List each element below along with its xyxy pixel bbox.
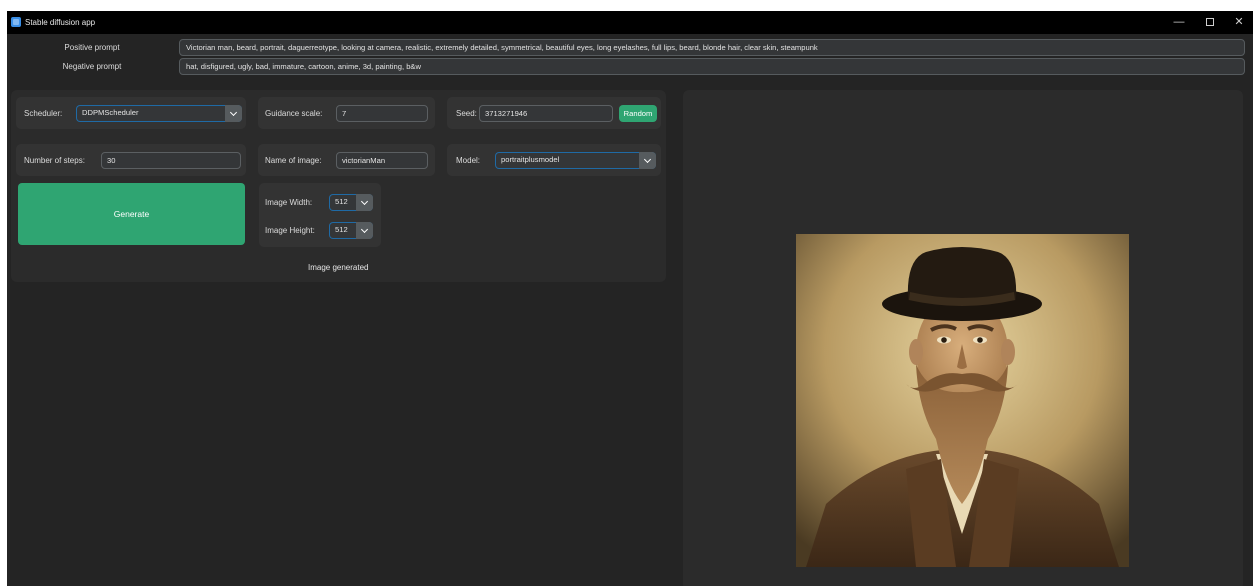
steps-input[interactable]: 30 [101, 152, 241, 169]
positive-prompt-label: Positive prompt [64, 43, 120, 52]
image-name-label: Name of image: [265, 156, 322, 165]
image-name-cell: Name of image: victorianMan [258, 144, 435, 176]
image-preview-panel [683, 90, 1243, 586]
image-width-dropdown[interactable]: 512 [329, 194, 373, 211]
image-height-value: 512 [330, 223, 356, 238]
positive-prompt-input[interactable]: Victorian man, beard, portrait, daguerre… [179, 39, 1245, 56]
settings-panel: Scheduler: DDPMScheduler Guidance scale:… [11, 90, 666, 282]
image-size-cell: Image Width: 512 Image Height: 512 [259, 183, 381, 247]
negative-prompt-label: Negative prompt [62, 62, 122, 71]
chevron-down-icon[interactable] [356, 222, 373, 239]
steps-label: Number of steps: [24, 156, 85, 165]
scheduler-cell: Scheduler: DDPMScheduler [16, 97, 246, 129]
guidance-cell: Guidance scale: 7 [258, 97, 435, 129]
image-name-input[interactable]: victorianMan [336, 152, 428, 169]
scheduler-value: DDPMScheduler [77, 106, 225, 121]
random-seed-button[interactable]: Random [619, 105, 657, 122]
image-height-label: Image Height: [265, 226, 315, 235]
steps-cell: Number of steps: 30 [16, 144, 246, 176]
app-window: Stable diffusion app — ✕ Positive prompt… [7, 11, 1253, 586]
generate-button[interactable]: Generate [18, 183, 245, 245]
model-label: Model: [456, 156, 481, 165]
chevron-down-icon[interactable] [225, 105, 242, 122]
app-icon [11, 17, 21, 27]
guidance-label: Guidance scale: [265, 109, 323, 118]
status-text: Image generated [308, 263, 369, 272]
minimize-button[interactable]: — [1167, 14, 1191, 31]
scheduler-dropdown[interactable]: DDPMScheduler [76, 105, 242, 122]
model-cell: Model: portraitplusmodel [447, 144, 661, 176]
guidance-input[interactable]: 7 [336, 105, 428, 122]
seed-input[interactable]: 3713271946 [479, 105, 613, 122]
image-width-value: 512 [330, 195, 356, 210]
maximize-button[interactable] [1198, 14, 1222, 31]
scheduler-label: Scheduler: [24, 109, 63, 118]
seed-label: Seed: [456, 109, 477, 118]
seed-cell: Seed: 3713271946 Random [447, 97, 661, 129]
close-button[interactable]: ✕ [1227, 14, 1251, 31]
title-bar[interactable]: Stable diffusion app — ✕ [7, 11, 1253, 34]
model-value: portraitplusmodel [496, 153, 639, 168]
window-title: Stable diffusion app [25, 18, 96, 27]
negative-prompt-input[interactable]: hat, disfigured, ugly, bad, immature, ca… [179, 58, 1245, 75]
image-height-dropdown[interactable]: 512 [329, 222, 373, 239]
chevron-down-icon[interactable] [356, 194, 373, 211]
maximize-icon [1206, 18, 1214, 26]
generated-image [796, 234, 1129, 567]
image-width-label: Image Width: [265, 198, 313, 207]
chevron-down-icon[interactable] [639, 152, 656, 169]
model-dropdown[interactable]: portraitplusmodel [495, 152, 656, 169]
